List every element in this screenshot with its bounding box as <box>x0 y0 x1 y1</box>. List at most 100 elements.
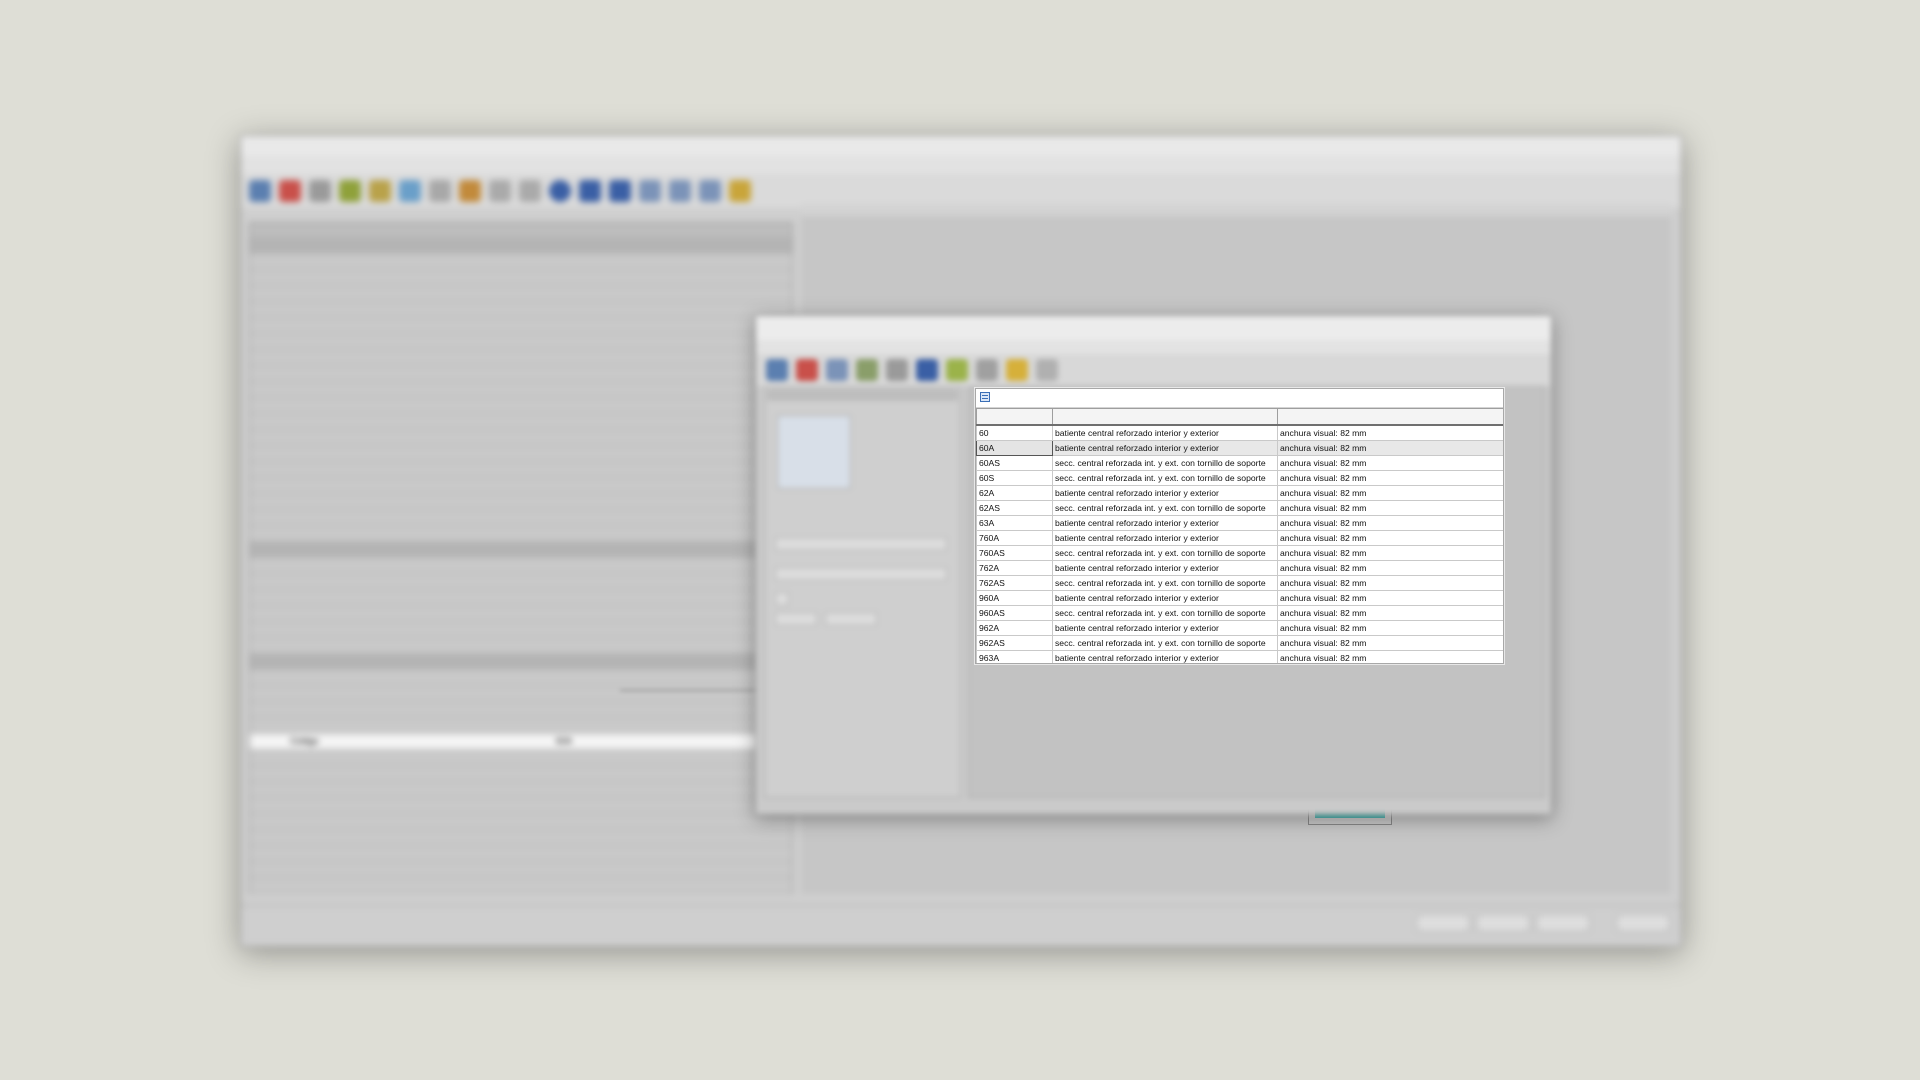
table-row[interactable]: 60AS secc. central reforzada int. y ext. … <box>976 455 1503 471</box>
cell-code[interactable]: 60AS <box>976 455 1053 471</box>
table-icon[interactable] <box>980 392 990 402</box>
next-button[interactable] <box>1536 914 1590 932</box>
table-row[interactable]: 762A batiente central reforzado interior … <box>976 560 1503 576</box>
cell-code[interactable]: 60 <box>976 424 1053 441</box>
cell-detail[interactable]: anchura visual: 82 mm <box>1277 605 1503 621</box>
image-icon[interactable] <box>856 359 878 381</box>
column-header-detail[interactable] <box>1277 408 1503 426</box>
leaf-icon[interactable] <box>339 180 361 202</box>
table-row[interactable]: 760AS secc. central reforzada int. y ext.… <box>976 545 1503 561</box>
settings-icon[interactable] <box>766 359 788 381</box>
cell-code[interactable]: 962A <box>976 620 1053 636</box>
column-header-code[interactable] <box>976 408 1053 426</box>
globe-icon[interactable] <box>399 180 421 202</box>
cell-description[interactable]: secc. central reforzada int. y ext. con … <box>1052 635 1278 651</box>
cell-description[interactable]: batiente central reforzado interior y ex… <box>1052 590 1278 606</box>
column-header-description[interactable] <box>1052 408 1278 426</box>
settings-icon[interactable] <box>249 180 271 202</box>
table-row[interactable]: 960A batiente central reforzado interior … <box>976 590 1503 606</box>
selected-tree-row[interactable]: Código 60A <box>250 734 792 750</box>
cell-description[interactable]: secc. central reforzada int. y ext. con … <box>1052 575 1278 591</box>
stop-icon[interactable] <box>279 180 301 202</box>
document-icon[interactable] <box>429 180 451 202</box>
cell-detail[interactable]: anchura visual: 82 mm <box>1277 650 1503 663</box>
monitor-icon[interactable] <box>699 180 721 202</box>
cell-detail[interactable]: anchura visual: 82 mm <box>1277 530 1503 546</box>
cell-detail[interactable]: anchura visual: 82 mm <box>1277 560 1503 576</box>
search-button[interactable] <box>775 612 817 626</box>
filter-icon[interactable] <box>886 359 908 381</box>
cell-detail[interactable]: anchura visual: 82 mm <box>1277 515 1503 531</box>
image-icon[interactable] <box>669 180 691 202</box>
table-row[interactable]: 63A batiente central reforzado interior y… <box>976 515 1503 531</box>
cell-description[interactable]: batiente central reforzado interior y ex… <box>1052 650 1278 663</box>
cell-code[interactable]: 63A <box>976 515 1053 531</box>
cell-description[interactable]: batiente central reforzado interior y ex… <box>1052 515 1278 531</box>
cell-detail[interactable]: anchura visual: 82 mm <box>1277 500 1503 516</box>
key-icon[interactable] <box>729 180 751 202</box>
cell-detail[interactable]: anchura visual: 82 mm <box>1277 635 1503 651</box>
first-record-icon[interactable] <box>489 180 511 202</box>
edit-icon[interactable] <box>976 359 998 381</box>
cell-description[interactable]: secc. central reforzada int. y ext. con … <box>1052 545 1278 561</box>
cell-detail[interactable]: anchura visual: 82 mm <box>1277 455 1503 471</box>
cell-code[interactable]: 62A <box>976 485 1053 501</box>
cell-detail[interactable]: anchura visual: 82 mm <box>1277 590 1503 606</box>
star-icon[interactable] <box>1006 359 1028 381</box>
cell-description[interactable]: batiente central reforzado interior y ex… <box>1052 530 1278 546</box>
pencil-icon[interactable] <box>369 180 391 202</box>
table-row[interactable]: 760A batiente central reforzado interior … <box>976 530 1503 546</box>
document-icon[interactable] <box>1036 359 1058 381</box>
next-record-icon[interactable] <box>579 180 601 202</box>
cell-detail[interactable]: anchura visual: 82 mm <box>1277 470 1503 486</box>
cell-code[interactable]: 962AS <box>976 635 1053 651</box>
cell-detail[interactable]: anchura visual: 82 mm <box>1277 575 1503 591</box>
cell-description[interactable]: secc. central reforzada int. y ext. con … <box>1052 470 1278 486</box>
cell-code[interactable]: 963A <box>976 650 1053 663</box>
table-row[interactable]: 60 batiente central reforzado interior y … <box>976 424 1503 441</box>
cell-code[interactable]: 762A <box>976 560 1053 576</box>
cell-code[interactable]: 960A <box>976 590 1053 606</box>
option-checkbox[interactable] <box>775 592 789 606</box>
cell-description[interactable]: secc. central reforzada int. y ext. con … <box>1052 455 1278 471</box>
chart-icon[interactable] <box>459 180 481 202</box>
stop-icon[interactable] <box>796 359 818 381</box>
cell-description[interactable]: secc. central reforzada int. y ext. con … <box>1052 605 1278 621</box>
show-all-button[interactable] <box>825 612 877 626</box>
table-row[interactable]: 762AS secc. central reforzada int. y ext.… <box>976 575 1503 591</box>
cell-code[interactable]: 960AS <box>976 605 1053 621</box>
save-icon[interactable] <box>916 359 938 381</box>
table-row[interactable]: 963A batiente central reforzado interior … <box>976 650 1503 663</box>
cell-description[interactable]: secc. central reforzada int. y ext. con … <box>1052 500 1278 516</box>
cell-code[interactable]: 760AS <box>976 545 1053 561</box>
record-icon[interactable] <box>549 180 571 202</box>
last-record-icon[interactable] <box>609 180 631 202</box>
back-button[interactable] <box>1416 914 1470 932</box>
cell-detail[interactable]: anchura visual: 82 mm <box>1277 485 1503 501</box>
tools-icon[interactable] <box>309 180 331 202</box>
grid-icon[interactable] <box>639 180 661 202</box>
cell-detail[interactable]: anchura visual: 82 mm <box>1277 545 1503 561</box>
cell-detail[interactable]: anchura visual: 82 mm <box>1277 424 1503 441</box>
search-text-field[interactable] <box>775 537 947 551</box>
table-row[interactable]: 62AS secc. central reforzada int. y ext. … <box>976 500 1503 516</box>
finish-button[interactable] <box>1616 914 1670 932</box>
table-row[interactable]: 962AS secc. central reforzada int. y ext.… <box>976 635 1503 651</box>
refresh-icon[interactable] <box>946 359 968 381</box>
search-in-select[interactable] <box>775 567 947 581</box>
select-button[interactable] <box>1476 914 1530 932</box>
cell-description[interactable]: batiente central reforzado interior y ex… <box>1052 424 1278 441</box>
cell-description[interactable]: batiente central reforzado interior y ex… <box>1052 620 1278 636</box>
cell-detail[interactable]: anchura visual: 82 mm <box>1277 620 1503 636</box>
table-row[interactable]: 962A batiente central reforzado interior … <box>976 620 1503 636</box>
cell-code[interactable]: 62AS <box>976 500 1053 516</box>
cell-description[interactable]: batiente central reforzado interior y ex… <box>1052 440 1278 456</box>
previous-record-icon[interactable] <box>519 180 541 202</box>
cell-code[interactable]: 60A <box>976 440 1053 456</box>
table-row[interactable]: 60A batiente central reforzado interior y… <box>976 440 1503 456</box>
cell-detail[interactable]: anchura visual: 82 mm <box>1277 440 1503 456</box>
table-row[interactable]: 62A batiente central reforzado interior y… <box>976 485 1503 501</box>
cell-code[interactable]: 762AS <box>976 575 1053 591</box>
cell-description[interactable]: batiente central reforzado interior y ex… <box>1052 485 1278 501</box>
cell-code[interactable]: 760A <box>976 530 1053 546</box>
